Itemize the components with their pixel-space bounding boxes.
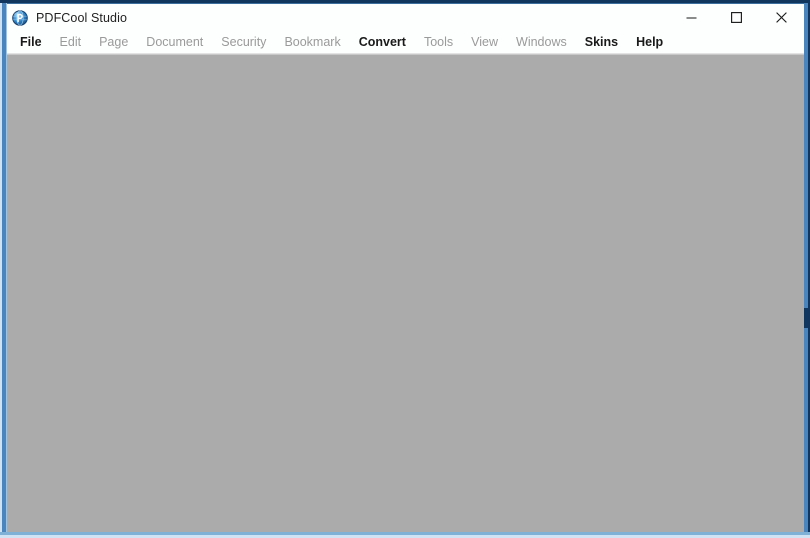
menu-item-document[interactable]: Document [137,31,212,53]
maximize-button[interactable] [714,4,759,31]
window-controls [669,4,804,31]
pdfcool-app-icon [12,9,28,26]
menu-item-tools[interactable]: Tools [415,31,462,53]
menu-item-bookmark[interactable]: Bookmark [275,31,349,53]
menu-item-edit[interactable]: Edit [51,31,91,53]
minimize-icon [685,11,698,24]
title-bar[interactable]: PDFCool Studio [7,4,804,31]
menu-bar: File Edit Page Document Security Bookmar… [7,31,804,53]
menu-item-help[interactable]: Help [627,31,672,53]
menu-item-windows[interactable]: Windows [507,31,576,53]
menu-item-skins[interactable]: Skins [576,31,627,53]
menu-item-view[interactable]: View [462,31,507,53]
maximize-icon [730,11,743,24]
menu-item-convert[interactable]: Convert [350,31,415,53]
menu-item-file[interactable]: File [11,31,51,53]
document-workspace[interactable] [7,55,804,532]
minimize-button[interactable] [669,4,714,31]
app-window: PDFCool Studio File Edit Page Document S… [0,0,810,538]
menu-item-security[interactable]: Security [212,31,275,53]
menu-item-page[interactable]: Page [90,31,137,53]
window-title: PDFCool Studio [36,10,128,25]
window-resize-grip[interactable] [804,308,808,328]
close-icon [775,11,788,24]
close-button[interactable] [759,4,804,31]
